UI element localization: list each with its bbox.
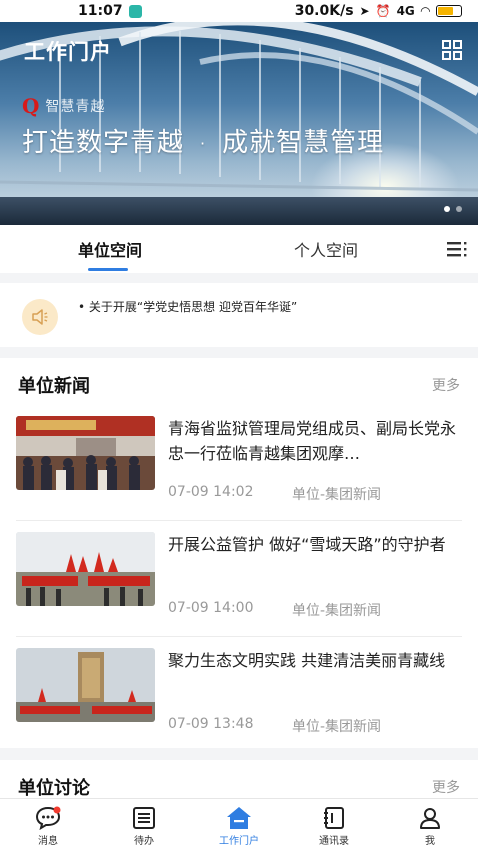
tab-unit-space[interactable]: 单位空间 <box>40 225 180 273</box>
grid-menu-icon[interactable] <box>440 38 464 62</box>
tab-personal-space[interactable]: 个人空间 <box>256 225 396 273</box>
slogan-separator: · <box>200 134 207 153</box>
notice-bar[interactable]: • 关于开展“学党史悟思想 迎党百年华诞” <box>0 283 478 347</box>
nav-label: 通讯录 <box>319 836 349 847</box>
bottom-navigation: 消息 待办 工作门户 通讯录 我 <box>0 798 478 850</box>
news-thumbnail <box>16 416 155 490</box>
nav-work-portal[interactable]: 工作门户 <box>199 799 279 850</box>
nav-label: 工作门户 <box>219 836 259 847</box>
nav-label: 我 <box>425 836 435 847</box>
news-title: 聚力生态文明实践 共建清洁美丽青藏线 <box>168 651 446 670</box>
status-time: 11:07 <box>78 3 123 19</box>
address-book-icon <box>320 805 348 831</box>
news-item[interactable]: 开展公益管护 做好“雪域天路”的守护者 07-09 14:00 单位-集团新闻 <box>16 532 462 628</box>
nav-contacts[interactable]: 通讯录 <box>294 799 374 850</box>
logo-text: 智慧青越 <box>45 99 106 115</box>
carousel-dot-active[interactable] <box>444 206 450 212</box>
speaker-icon <box>22 299 58 335</box>
notice-text[interactable]: • 关于开展“学党史悟思想 迎党百年华诞” <box>78 298 297 315</box>
nav-label: 待办 <box>134 836 154 847</box>
app-notification-icon <box>128 4 142 18</box>
divider <box>16 636 462 637</box>
nav-messages[interactable]: 消息 <box>8 799 88 850</box>
nav-todo[interactable]: 待办 <box>104 799 184 850</box>
space-tabs: 单位空间 个人空间 <box>0 225 478 273</box>
company-logo: Q 智慧青越 <box>22 94 105 118</box>
news-time: 07-09 13:48 <box>168 716 254 732</box>
logo-mark-icon: Q <box>22 94 40 118</box>
network-speed: 30.0K/s <box>294 3 354 19</box>
news-title: 青海省监狱管理局党组成员、副局长党永忠一行莅临青越集团观摩… <box>168 419 457 463</box>
carousel-indicator <box>444 206 462 212</box>
slogan-right: 成就智慧管理 <box>222 128 385 158</box>
nav-me[interactable]: 我 <box>390 799 470 850</box>
notice-title: 关于开展“学党史悟思想 迎党百年华诞” <box>88 300 298 314</box>
signal-icon: 4G <box>396 4 415 18</box>
news-time: 07-09 14:02 <box>168 484 254 500</box>
news-title: 开展公益管护 做好“雪域天路”的守护者 <box>168 535 446 554</box>
home-icon <box>225 805 253 831</box>
discussion-more-link[interactable]: 更多 <box>432 777 460 797</box>
user-icon <box>416 805 444 831</box>
news-more-link[interactable]: 更多 <box>432 375 460 395</box>
chat-bubble-icon <box>34 805 62 831</box>
battery-icon <box>436 5 462 17</box>
news-category: 单位-集团新闻 <box>292 603 382 619</box>
carousel-dot[interactable] <box>456 206 462 212</box>
news-category: 单位-集团新闻 <box>292 719 382 735</box>
news-category: 单位-集团新闻 <box>292 487 382 503</box>
news-item[interactable]: 青海省监狱管理局党组成员、副局长党永忠一行莅临青越集团观摩… 07-09 14:… <box>16 416 462 512</box>
active-tab-indicator <box>88 268 128 271</box>
status-bar: 11:07 30.0K/s ➤ ⏰ 4G ◠ <box>0 0 478 22</box>
alarm-icon: ⏰ <box>375 4 391 18</box>
banner-slogan: 打造数字青越 · 成就智慧管理 <box>22 122 384 159</box>
location-icon: ➤ <box>359 4 370 18</box>
list-menu-icon[interactable] <box>446 239 468 259</box>
news-thumbnail <box>16 532 155 606</box>
discussion-section-title: 单位讨论 <box>18 778 90 799</box>
wifi-icon: ◠ <box>420 4 430 18</box>
news-time: 07-09 14:00 <box>168 600 254 616</box>
checklist-icon <box>130 805 158 831</box>
slogan-left: 打造数字青越 <box>22 128 185 158</box>
divider <box>16 520 462 521</box>
unit-news-section: 单位新闻 更多 青海省监狱管理局党组成员、副局长党永忠一行莅临青越集团观摩… 0… <box>0 358 478 748</box>
nav-label: 消息 <box>38 836 58 847</box>
unit-discussion-section: 单位讨论 更多 <box>0 760 478 800</box>
news-item[interactable]: 聚力生态文明实践 共建清洁美丽青藏线 07-09 13:48 单位-集团新闻 <box>16 648 462 744</box>
news-section-title: 单位新闻 <box>18 376 90 397</box>
page-title: 工作门户 <box>24 40 112 64</box>
banner-carousel[interactable]: 工作门户 Q 智慧青越 打造数字青越 · 成就智慧管理 <box>0 22 478 225</box>
news-thumbnail <box>16 648 155 722</box>
